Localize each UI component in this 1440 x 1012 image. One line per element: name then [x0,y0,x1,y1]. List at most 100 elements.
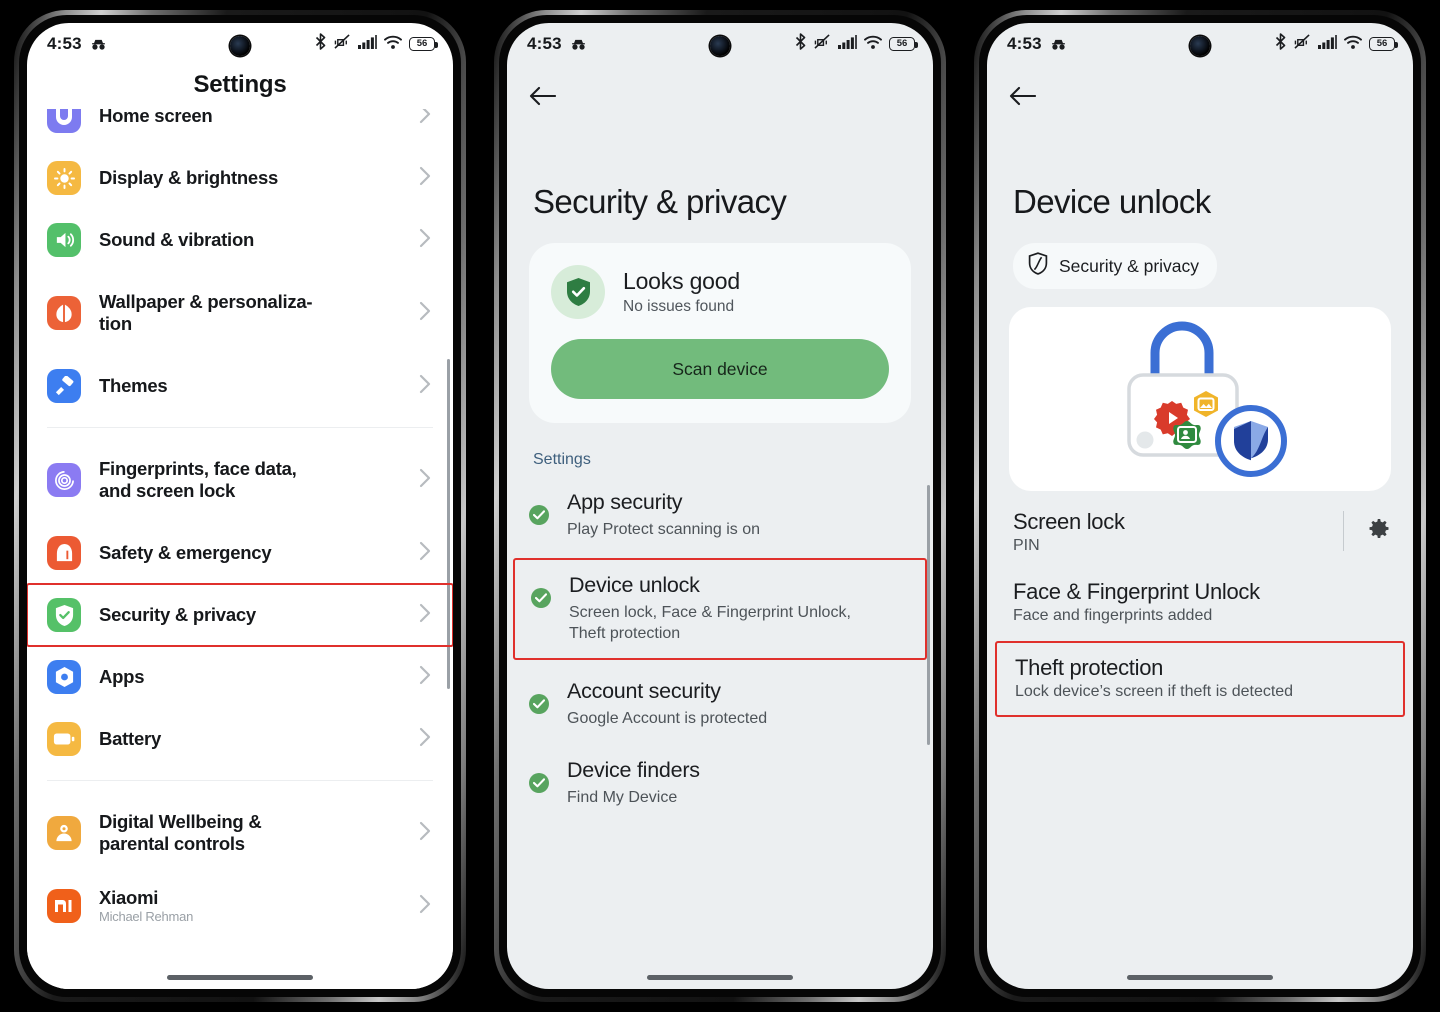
settings-row-label: Xiaomi Michael Rehman [99,887,401,925]
camera-punch-hole [1190,36,1210,56]
status-icons: 56 [1274,33,1398,55]
status-time: 4:53 [47,34,82,53]
device-unlock-row[interactable]: Face & Fingerprint Unlock Face and finger… [987,561,1413,631]
device-unlock-row-title: Theft protection [1015,655,1164,680]
security-item[interactable]: App security Play Protect scanning is on [507,475,933,554]
security-item[interactable]: Device unlock Screen lock, Face & Fingerp… [513,557,927,661]
settings-row[interactable]: Home screen [27,109,453,147]
status-bar: 4:53 56 [987,23,1413,65]
chevron-right-icon [419,374,431,399]
device-unlock-row-desc: Face and fingerprints added [1013,607,1213,624]
device-unlock-row-desc: PIN [1013,537,1040,554]
settings-row-label: Apps [99,665,145,687]
camera-punch-hole [710,36,730,56]
settings-row[interactable]: Security & privacy [27,583,453,647]
settings-row[interactable]: Fingerprints, face data, and screen lock [27,438,453,522]
chevron-right-icon [419,821,431,846]
chevron-right-icon [419,468,431,493]
chip-label: Security & privacy [1059,255,1200,276]
xiaomi-icon [47,889,81,923]
security-item-text: Device finders Find My Device [567,757,907,808]
vertical-divider [1342,511,1344,551]
battery-icon: 56 [889,37,918,51]
status-icons: 56 [794,33,918,55]
home-indicator[interactable] [647,975,793,980]
home-screen-icon [47,109,81,133]
phone-1-settings: 4:53 56 Settings Home screen Display & br… [0,0,480,1012]
status-card-heading: Looks good [623,268,740,294]
security-item-title: Account security [567,679,721,704]
incognito-icon [90,38,107,51]
fingerprint-icon [47,463,81,497]
chevron-right-icon [419,228,431,253]
battery-percent: 56 [416,38,428,50]
shield-check-icon [551,265,605,319]
home-indicator[interactable] [1127,975,1273,980]
settings-row[interactable]: Apps [27,646,453,708]
settings-row[interactable]: Wallpaper & personaliza- tion [27,271,453,355]
settings-row[interactable]: Xiaomi Michael Rehman [27,875,453,937]
page-title: Device unlock [1013,183,1211,220]
settings-row-label: Battery [99,727,161,749]
security-item[interactable]: Device finders Find My Device [507,743,933,822]
security-item[interactable]: Account security Google Account is protec… [507,664,933,743]
battery-percent: 56 [896,38,908,50]
vibrate-off-icon [334,33,351,55]
settings-row[interactable]: Digital Wellbeing & parental controls [27,791,453,875]
settings-row-sublabel: Michael Rehman [99,909,194,925]
security-item-text: App security Play Protect scanning is on [567,489,907,540]
settings-row-label: Home screen [99,109,213,126]
incognito-icon [570,38,587,51]
chevron-right-icon [419,603,431,628]
back-button[interactable] [987,65,1413,131]
chevron-right-icon [419,541,431,566]
camera-punch-hole [230,36,250,56]
home-indicator[interactable] [167,975,313,980]
status-card-header: Looks good No issues found [551,265,889,319]
speaker-icon [47,223,81,257]
security-item-title: App security [567,490,683,514]
security-item-text: Account security Google Account is protec… [567,678,907,729]
gear-icon[interactable] [1366,516,1391,546]
security-item-title: Device unlock [569,572,700,597]
screen-lock-settings-group [1342,511,1391,551]
three-phone-screenshot-composite: 4:53 56 Settings Home screen Display & br… [0,0,1440,1012]
device-unlock-row[interactable]: Theft protection Lock device’s screen if … [995,641,1405,717]
apps-icon [47,660,81,694]
theme-brush-icon [47,369,81,403]
emergency-icon [47,536,81,570]
device-unlock-row-title: Screen lock [1013,509,1125,534]
chevron-right-icon [419,166,431,191]
settings-list: Home screen Display & brightness Sound & v… [27,109,453,989]
check-circle-icon [529,773,549,794]
check-circle-icon [529,505,549,525]
bluetooth-icon [794,33,807,55]
chevron-right-icon [419,727,431,752]
device-unlock-row-desc: Lock device’s screen if theft is detecte… [1015,683,1294,700]
signal-bars-icon [1318,34,1337,54]
chevron-right-icon [419,301,431,326]
back-button[interactable] [507,65,933,131]
page-title: Security & privacy [533,183,787,220]
wallpaper-icon [47,296,81,330]
battery-icon: 56 [409,37,438,51]
settings-row[interactable]: Safety & emergency [27,522,453,584]
battery-icon: 56 [1369,37,1398,51]
check-circle-icon [531,587,551,608]
signal-bars-icon [838,34,857,54]
settings-row[interactable]: Themes [27,355,453,417]
security-items-list: App security Play Protect scanning is on D… [507,475,933,822]
phone-2-screen: 4:53 56 Security & privacy Looks good No… [507,23,933,989]
settings-row[interactable]: Sound & vibration [27,209,453,271]
wifi-icon [384,35,402,54]
settings-row[interactable]: Display & brightness [27,147,453,209]
settings-row[interactable]: Battery [27,708,453,770]
scan-device-button[interactable]: Scan device [551,339,889,399]
status-icons: 56 [314,33,438,55]
device-unlock-row[interactable]: Screen lock PIN [987,491,1413,561]
settings-row-label: Digital Wellbeing & parental controls [99,810,262,854]
breadcrumb-chip-security-privacy[interactable]: Security & privacy [1013,243,1218,289]
chevron-right-icon [419,894,431,919]
status-bar: 4:53 56 [507,23,933,65]
wellbeing-icon [47,816,81,850]
